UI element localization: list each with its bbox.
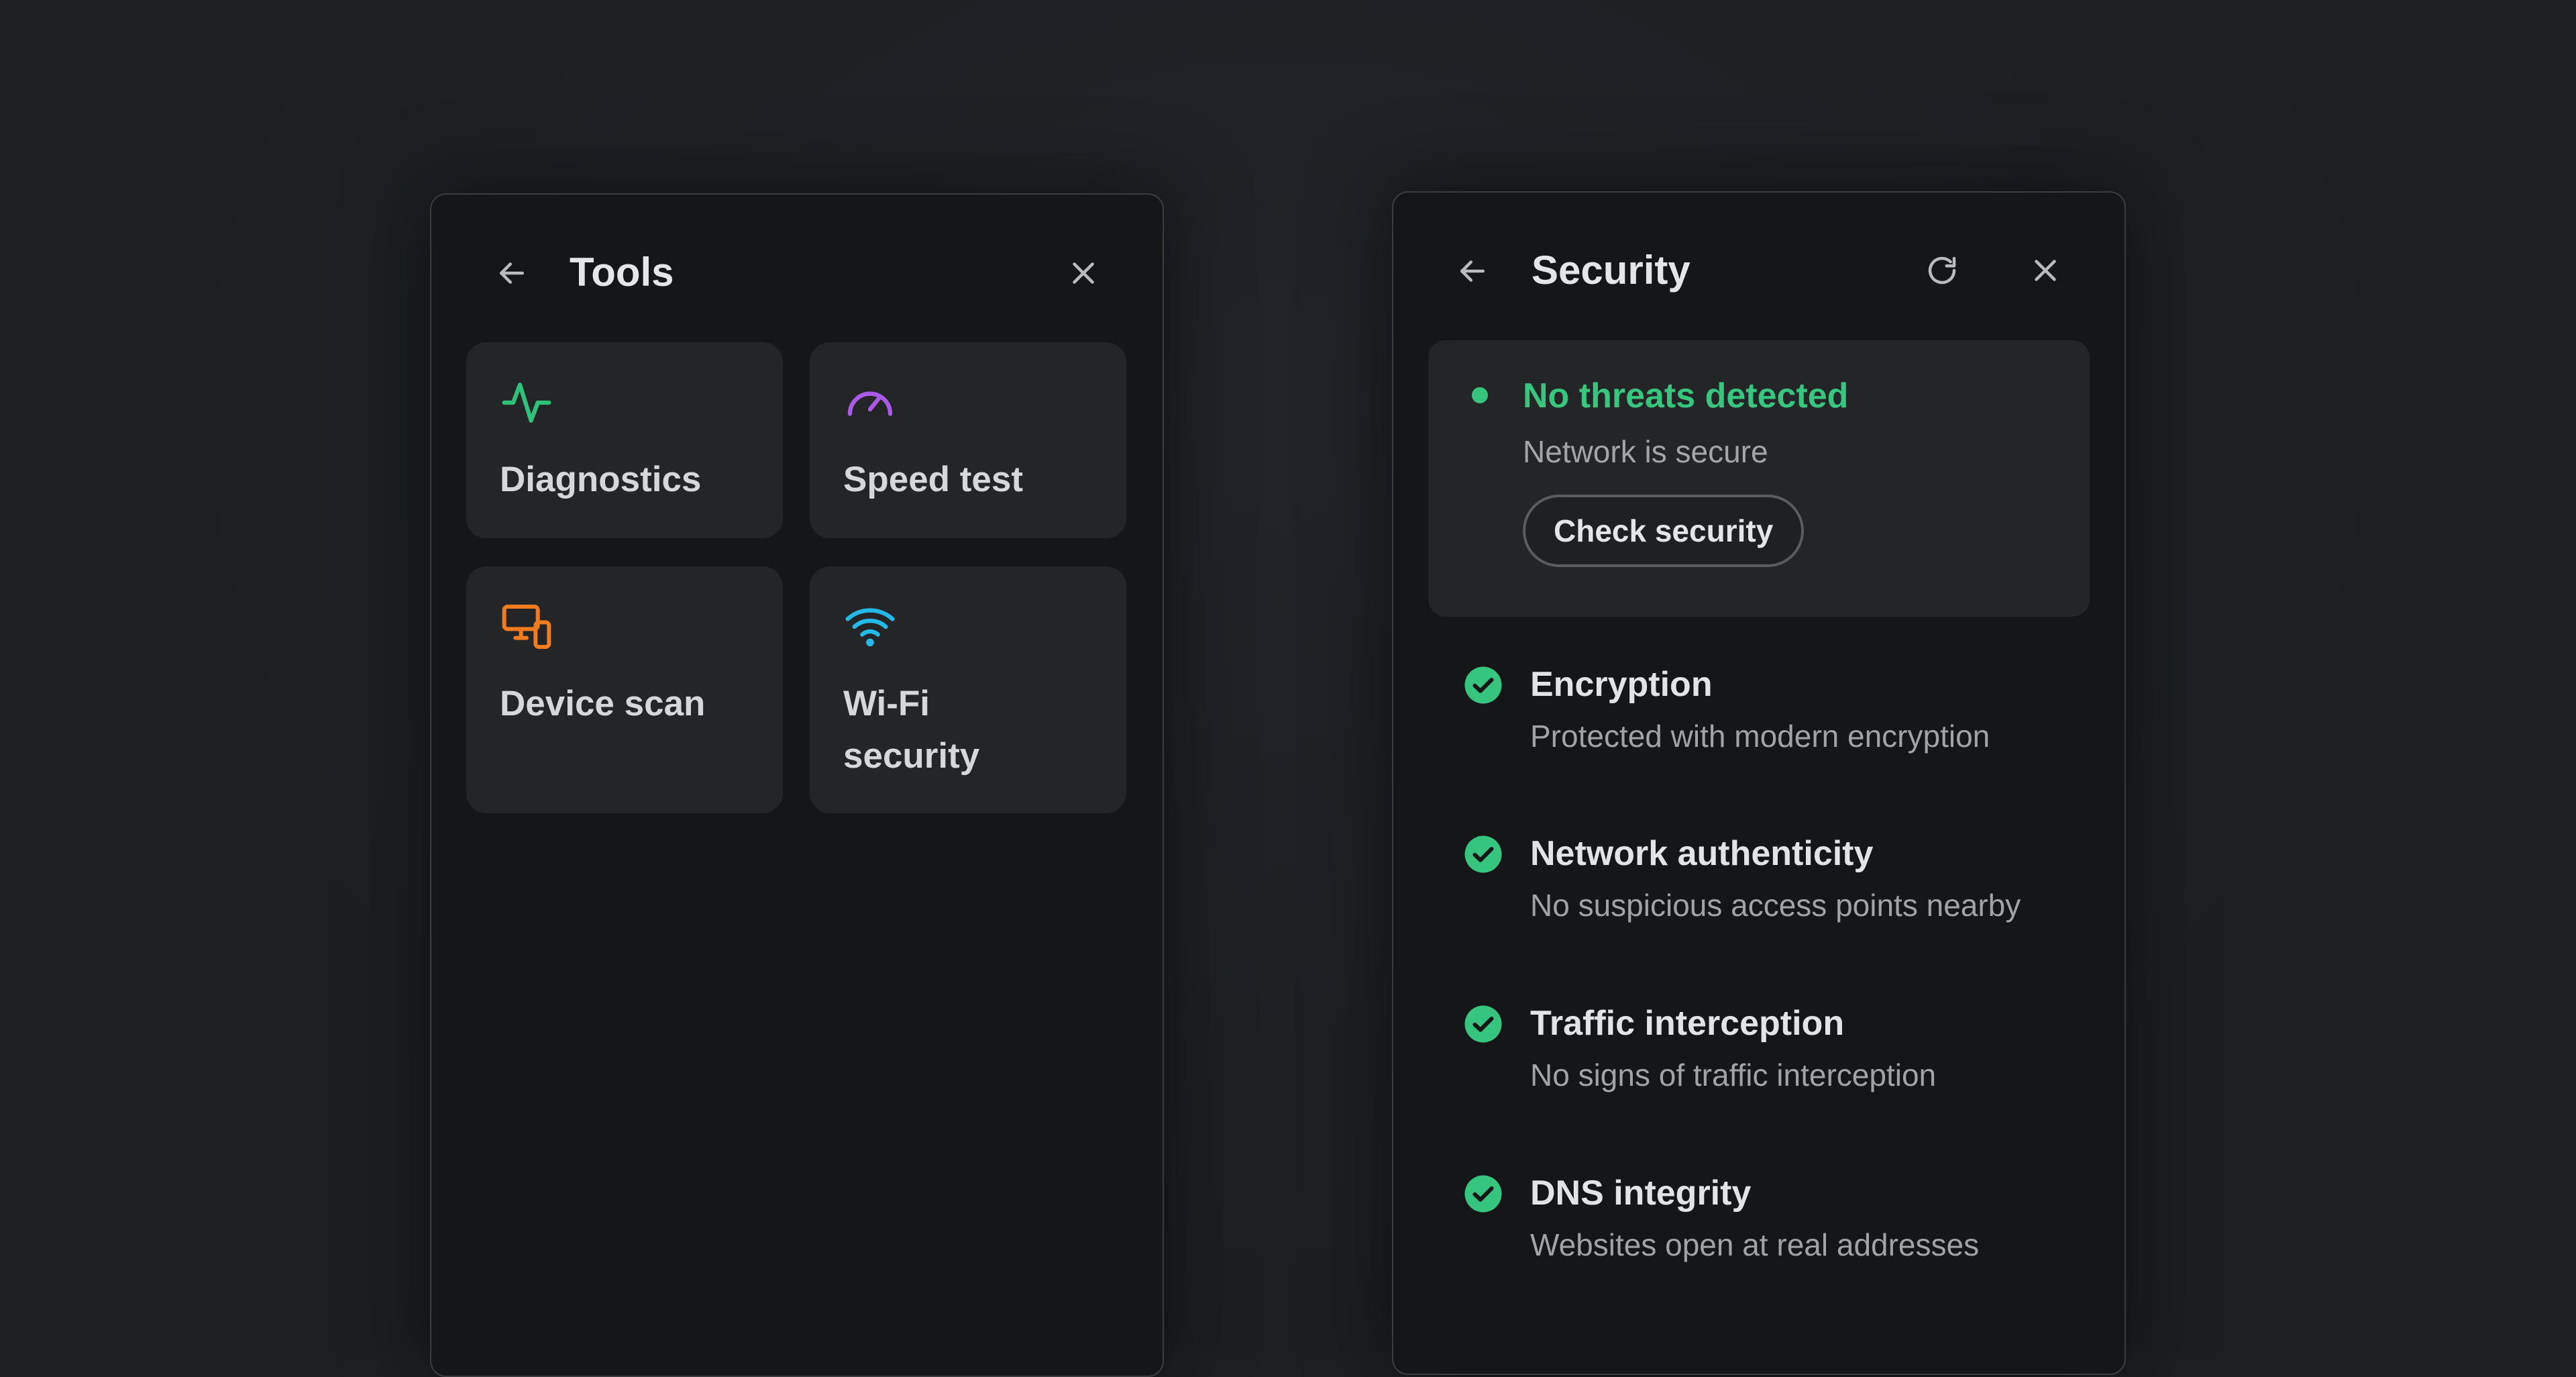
check-item-network-authenticity: Network authenticity No suspicious acces…	[1393, 831, 2125, 979]
speedometer-icon	[843, 376, 897, 429]
panel-title: Tools	[570, 250, 674, 295]
wifi-icon	[843, 600, 897, 654]
refresh-icon[interactable]	[1918, 246, 1966, 295]
layout-root: Tools Diagnostics Speed test Device scan…	[0, 0, 2576, 1377]
status-dot	[1472, 387, 1488, 403]
devices-icon	[500, 600, 553, 654]
panel-title: Security	[1532, 248, 1690, 293]
check-circle-icon	[1463, 834, 1503, 874]
status-subtitle: Network is secure	[1523, 434, 1768, 469]
tile-label: Diagnostics	[500, 460, 702, 499]
tile-label: Wi-Fi security	[843, 684, 980, 776]
check-circle-icon	[1463, 1004, 1503, 1044]
check-title: Network authenticity	[1530, 834, 1874, 873]
status-card: No threats detected Network is secure Ch…	[1428, 340, 2090, 617]
check-circle-icon	[1463, 1174, 1503, 1214]
close-icon[interactable]	[2021, 246, 2070, 295]
check-title: DNS integrity	[1530, 1174, 1752, 1213]
check-description: No suspicious access points nearby	[1530, 888, 2021, 923]
check-title: Traffic interception	[1530, 1004, 1845, 1043]
tile-diagnostics[interactable]: Diagnostics	[466, 342, 783, 538]
close-icon[interactable]	[1059, 249, 1108, 297]
check-item-traffic-interception: Traffic interception No signs of traffic…	[1393, 1001, 2125, 1149]
check-description: No signs of traffic interception	[1530, 1058, 1937, 1092]
check-title: Encryption	[1530, 665, 1713, 704]
back-arrow-icon[interactable]	[488, 249, 536, 297]
tile-device-scan[interactable]: Device scan	[466, 566, 783, 813]
security-panel: Security No threats detected Network is …	[1392, 191, 2126, 1375]
check-description: Protected with modern encryption	[1530, 719, 1990, 754]
tools-panel: Tools Diagnostics Speed test Device scan…	[430, 193, 1164, 1377]
check-security-button[interactable]: Check security	[1523, 495, 1805, 567]
activity-pulse-icon	[500, 376, 553, 429]
check-item-dns-integrity: DNS integrity Websites open at real addr…	[1393, 1171, 2125, 1319]
check-item-encryption: Encryption Protected with modern encrypt…	[1393, 662, 2125, 810]
check-circle-icon	[1463, 665, 1503, 705]
tile-label: Device scan	[500, 684, 706, 723]
tile-wifi-security[interactable]: Wi-Fi security	[810, 566, 1126, 813]
check-description: Websites open at real addresses	[1530, 1227, 1980, 1262]
tile-label: Speed test	[843, 460, 1024, 499]
tile-speed-test[interactable]: Speed test	[810, 342, 1126, 538]
back-arrow-icon[interactable]	[1448, 247, 1497, 295]
status-title: No threats detected	[1523, 376, 1849, 415]
